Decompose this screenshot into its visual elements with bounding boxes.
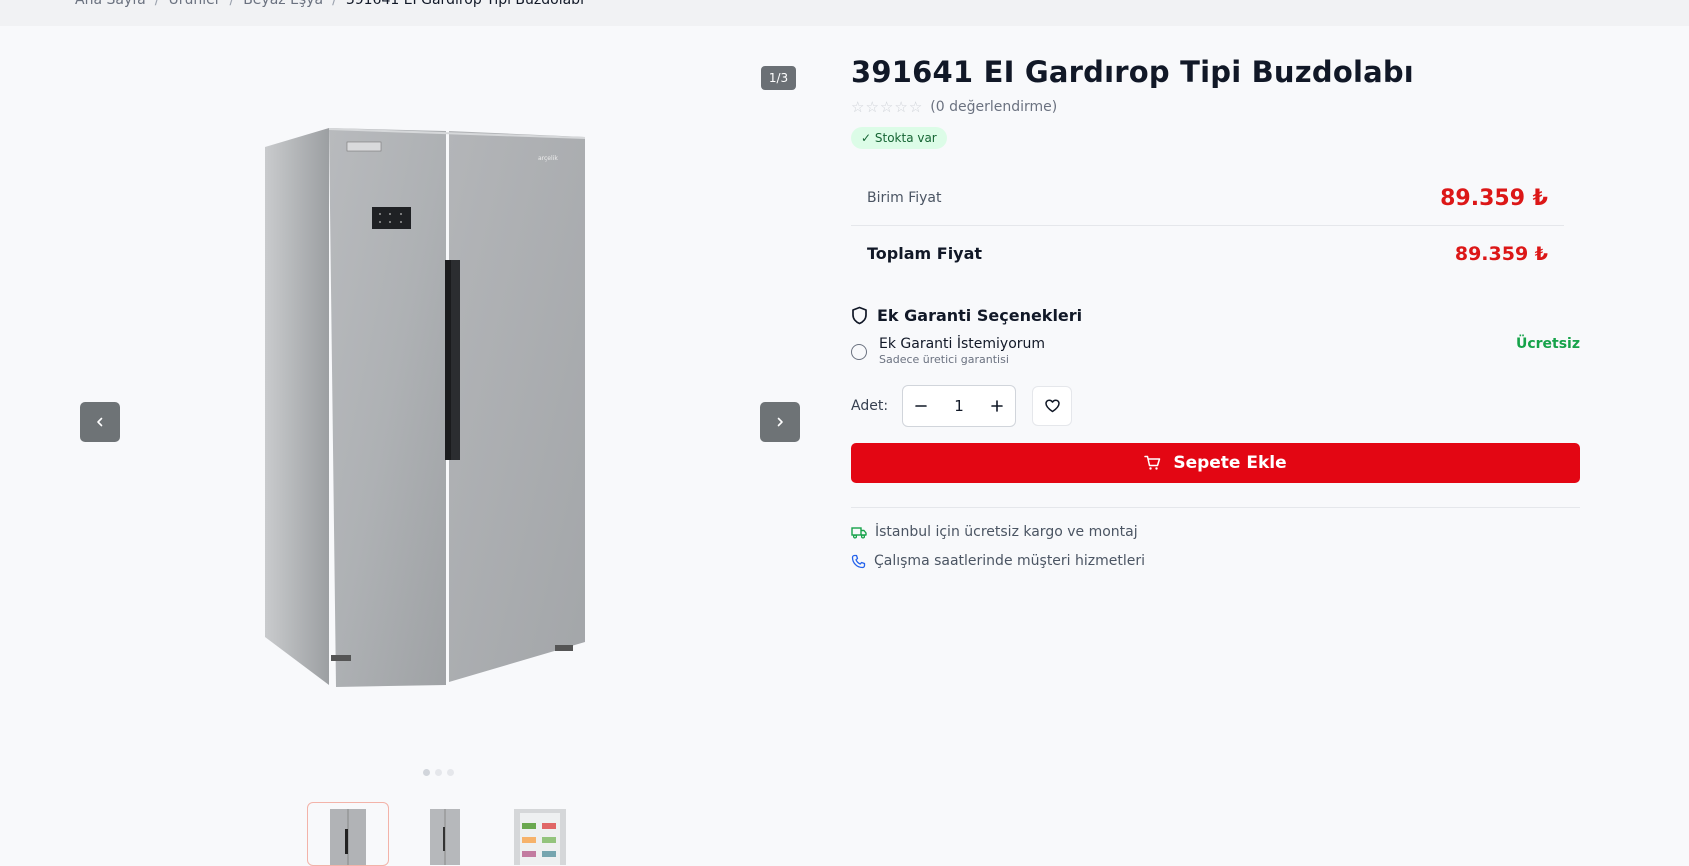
feature-shipping: İstanbul için ücretsiz kargo ve montaj [851, 524, 1581, 540]
quantity-row: Adet: 1 [851, 385, 1581, 427]
product-title: 391641 EI Gardırop Tipi Buzdolabı [851, 55, 1414, 89]
warranty-option-texts: Ek Garanti İstemiyorum Sadece üretici ga… [879, 336, 1516, 366]
breadcrumb: Ana Sayfa / Ürünler / Beyaz Eşya / 391641 EI G… [75, 0, 584, 8]
unit-price-value: 89.359 ₺ [1440, 185, 1548, 211]
warranty-title-text: Ek Garanti Seçenekleri [877, 306, 1083, 325]
quantity-stepper: 1 [902, 385, 1016, 427]
product-gallery: 1/3 arçelik [75, 55, 805, 866]
warranty-option-none[interactable]: Ek Garanti İstemiyorum Sadece üretici ga… [851, 336, 1580, 366]
feature-support: Çalışma saatlerinde müşteri hizmetleri [851, 553, 1581, 569]
minus-icon [915, 405, 927, 407]
breadcrumb-current: 391641 EI Gardırop Tipi Buzdolabı [345, 0, 584, 8]
thumbnail-2[interactable] [403, 802, 485, 866]
cart-icon [1144, 455, 1161, 470]
plus-icon [991, 400, 1003, 412]
warranty-option-name: Ek Garanti İstemiyorum [879, 336, 1046, 352]
breadcrumb-category[interactable]: Beyaz Eşya [243, 0, 323, 8]
add-to-cart-button[interactable]: Sepete Ekle [851, 443, 1580, 483]
product-info: 391641 EI Gardırop Tipi Buzdolabı ☆ ☆ ☆ … [851, 55, 1581, 569]
total-price-label: Toplam Fiyat [867, 244, 983, 263]
thumbnail-image [430, 809, 460, 865]
svg-text:arçelik: arçelik [538, 155, 558, 162]
favorite-button[interactable] [1032, 386, 1072, 426]
add-to-cart-label: Sepete Ekle [1173, 453, 1287, 473]
thumbnail-1[interactable] [307, 802, 389, 866]
carousel-dots [423, 769, 454, 776]
carousel-dot[interactable] [435, 769, 442, 776]
feature-shipping-text: İstanbul için ücretsiz kargo ve montaj [875, 524, 1138, 540]
quantity-label: Adet: [851, 398, 889, 414]
product-image: arçelik [265, 128, 585, 687]
quantity-value[interactable]: 1 [939, 397, 979, 415]
stock-badge: ✓ Stokta var [851, 127, 947, 149]
increase-button[interactable] [979, 386, 1015, 426]
total-price-value: 89.359 ₺ [1454, 242, 1548, 265]
chevron-left-icon [97, 417, 103, 427]
divider [851, 507, 1580, 508]
decrease-button[interactable] [903, 386, 939, 426]
gallery-prev-button[interactable] [80, 402, 120, 442]
thumbnail-image [514, 809, 566, 865]
carousel-dot[interactable] [423, 769, 430, 776]
warranty-option-price: Ücretsiz [1515, 336, 1580, 352]
thumbnail-strip [307, 802, 581, 866]
breadcrumb-products[interactable]: Ürünler [168, 0, 220, 8]
rating: ☆ ☆ ☆ ☆ ☆ (0 değerlendirme) [851, 99, 1581, 115]
chevron-right-icon [777, 417, 783, 427]
rating-stars: ☆ ☆ ☆ ☆ ☆ [851, 97, 923, 116]
breadcrumb-home[interactable]: Ana Sayfa [75, 0, 146, 8]
breadcrumb-separator: / [154, 0, 160, 8]
star-icon: ☆ [894, 97, 908, 116]
thumbnail-image [330, 809, 366, 865]
image-counter: 1/3 [761, 66, 796, 90]
heart-icon [1044, 399, 1060, 413]
price-box: Birim Fiyat 89.359 ₺ Toplam Fiyat 89.359… [851, 171, 1564, 281]
gallery-next-button[interactable] [760, 402, 800, 442]
phone-icon [851, 554, 866, 568]
review-count[interactable]: (0 değerlendirme) [930, 99, 1057, 115]
star-icon: ☆ [908, 97, 923, 116]
star-icon: ☆ [865, 97, 879, 116]
thumbnail-3[interactable] [499, 802, 581, 866]
unit-price-label: Birim Fiyat [867, 190, 942, 206]
carousel-dot[interactable] [447, 769, 454, 776]
shield-icon [852, 306, 867, 325]
warranty-option-sub: Sadece üretici garantisi [879, 353, 1009, 366]
unit-price-row: Birim Fiyat 89.359 ₺ [851, 171, 1564, 226]
total-price-row: Toplam Fiyat 89.359 ₺ [851, 226, 1564, 281]
truck-icon [851, 526, 867, 539]
breadcrumb-separator: / [229, 0, 235, 8]
warranty-radio[interactable] [851, 344, 867, 360]
star-icon: ☆ [879, 97, 894, 116]
warranty-section-title: Ek Garanti Seçenekleri [851, 306, 1581, 325]
star-icon: ☆ [851, 97, 865, 116]
breadcrumb-separator: / [332, 0, 337, 8]
top-bar: Ana Sayfa / Ürünler / Beyaz Eşya / 391641 EI G… [0, 0, 1689, 26]
feature-support-text: Çalışma saatlerinde müşteri hizmetleri [874, 553, 1146, 569]
